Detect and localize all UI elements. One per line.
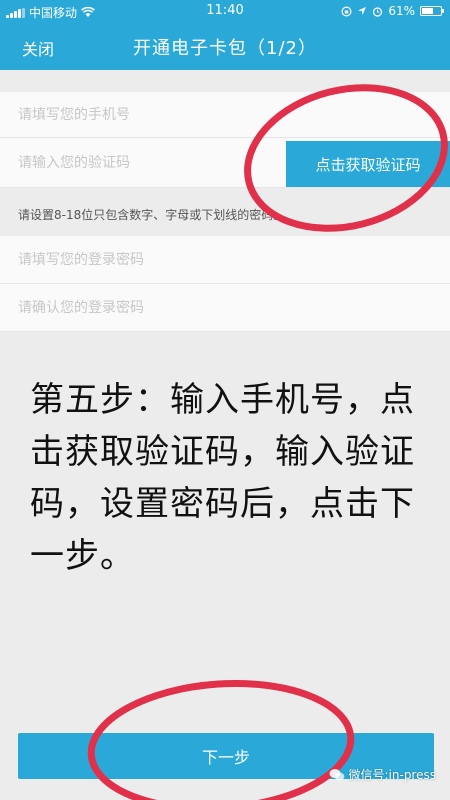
confirm-password-row — [0, 284, 450, 332]
code-input[interactable] — [18, 154, 278, 171]
phone-row — [0, 92, 450, 138]
wechat-icon — [329, 768, 344, 780]
location-icon — [358, 7, 367, 15]
watermark: 微信号:in-press — [329, 766, 437, 783]
alarm-icon — [373, 6, 383, 17]
status-bar: 中国移动 11:40 61% — [0, 0, 450, 22]
page-title: 开通电子卡包（1/2） — [133, 38, 317, 59]
battery-icon — [420, 6, 444, 16]
get-code-button[interactable]: 点击获取验证码 — [286, 141, 450, 187]
phone-input[interactable] — [18, 106, 278, 123]
nav-bar: 关闭 开通电子卡包（1/2） — [0, 28, 450, 64]
instruction-caption: 第五步：输入手机号，点击获取验证码，输入验证码，设置密码后，点击下一步。 — [30, 380, 415, 576]
confirm-password-input[interactable] — [18, 299, 278, 316]
password-input[interactable] — [18, 251, 278, 268]
rotation-lock-icon — [341, 5, 352, 17]
password-row — [0, 236, 450, 284]
watermark-text: 微信号:in-press — [348, 768, 437, 782]
battery-percent: 61% — [388, 4, 415, 18]
password-hint: 请设置8-18位只包含数字、字母或下划线的密码。 — [0, 194, 450, 234]
password-form — [0, 236, 450, 332]
status-right: 61% — [341, 4, 444, 18]
